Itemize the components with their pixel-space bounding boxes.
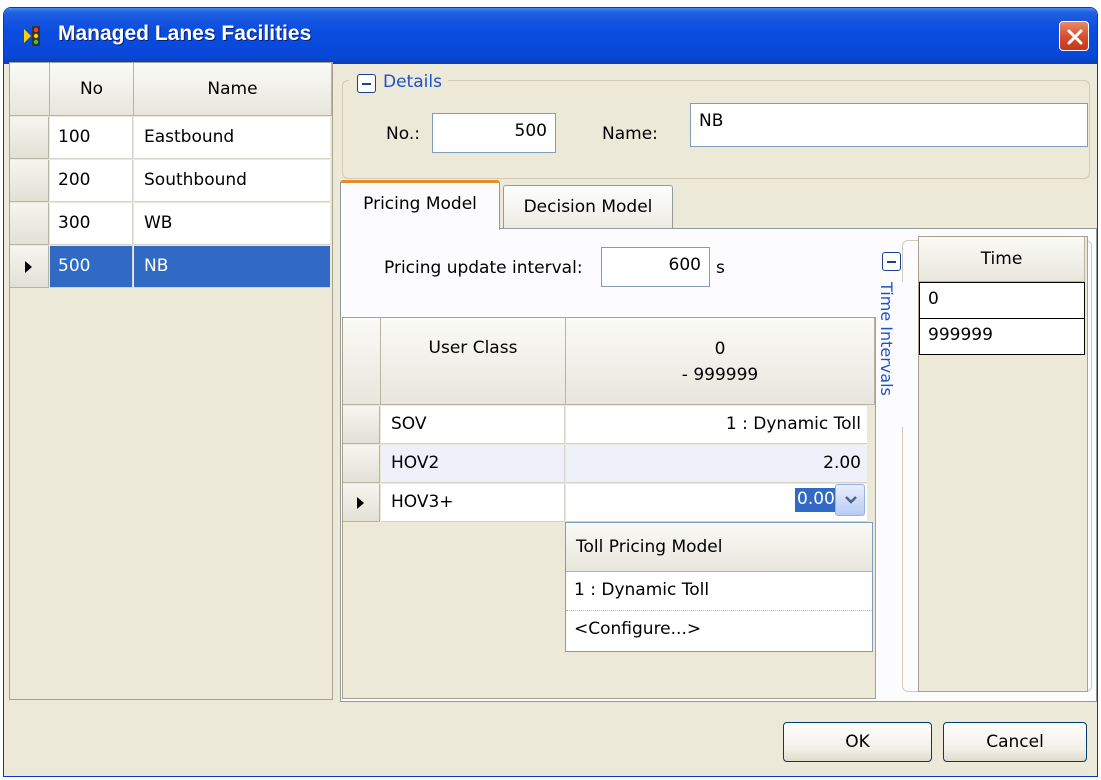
no-field[interactable]: 500 <box>432 113 556 153</box>
row-selector[interactable] <box>343 484 380 522</box>
title-bar[interactable]: Managed Lanes Facilities <box>4 8 1097 64</box>
pricing-cell-edit-value[interactable]: 0.00 <box>795 488 837 512</box>
name-label: Name: <box>602 124 658 144</box>
ok-button[interactable]: OK <box>783 722 932 762</box>
time-interval-cell[interactable]: 999999 <box>919 318 1085 355</box>
facility-name[interactable]: Eastbound <box>134 117 330 159</box>
dropdown-option-configure[interactable]: <Configure...> <box>566 611 872 650</box>
tab-decision-model[interactable]: Decision Model <box>503 185 673 229</box>
facility-no[interactable]: 300 <box>50 203 133 245</box>
current-row-arrow-icon <box>25 261 32 273</box>
column-header-name[interactable]: Name <box>134 63 332 116</box>
row-selector[interactable] <box>10 160 49 202</box>
toll-pricing-dropdown[interactable]: Toll Pricing Model 1 : Dynamic Toll <Con… <box>565 522 873 652</box>
time-intervals-collapse-button[interactable] <box>882 252 901 271</box>
tab-pricing-model[interactable]: Pricing Model <box>340 180 500 230</box>
facility-row[interactable]: 200 Southbound <box>10 160 330 203</box>
facility-name[interactable]: Southbound <box>134 160 330 202</box>
facility-row-selected[interactable]: 500 NB <box>10 246 330 289</box>
user-class-cell[interactable]: SOV <box>381 406 565 444</box>
user-class-row[interactable]: HOV2 2.00 <box>343 445 875 484</box>
pricing-cell[interactable]: 2.00 <box>566 445 867 483</box>
cancel-button[interactable]: Cancel <box>943 722 1087 762</box>
row-selector[interactable] <box>10 203 49 245</box>
pricing-cell[interactable]: 1 : Dynamic Toll <box>566 406 867 444</box>
details-collapse-button[interactable] <box>357 74 376 93</box>
dropdown-header: Toll Pricing Model <box>566 523 872 572</box>
row-selector[interactable] <box>343 445 380 483</box>
interval-to: - 999999 <box>681 365 759 385</box>
current-row-arrow-icon <box>357 497 364 509</box>
dropdown-option[interactable]: 1 : Dynamic Toll <box>566 572 872 611</box>
facility-name[interactable]: NB <box>134 246 330 288</box>
pricing-dropdown-button[interactable] <box>835 484 865 516</box>
pricing-interval-field[interactable]: 600 <box>601 247 710 287</box>
row-selector[interactable] <box>343 406 380 444</box>
column-header-user-class[interactable]: User Class <box>381 318 566 405</box>
row-selector-header <box>343 318 381 405</box>
facility-no[interactable]: 200 <box>50 160 133 202</box>
column-header-interval[interactable]: 0 - 999999 <box>566 318 875 405</box>
no-label: No.: <box>386 124 420 144</box>
column-header-no[interactable]: No <box>50 63 134 116</box>
window-title: Managed Lanes Facilities <box>58 22 312 45</box>
column-header-time[interactable]: Time <box>919 237 1085 282</box>
details-legend: Details <box>349 72 448 96</box>
close-button[interactable] <box>1059 21 1089 51</box>
row-selector[interactable] <box>10 117 49 159</box>
interval-from: 0 <box>714 339 726 359</box>
row-selector[interactable] <box>10 246 49 288</box>
user-class-row[interactable]: SOV 1 : Dynamic Toll <box>343 406 875 445</box>
facility-row[interactable]: 100 Eastbound <box>10 117 330 160</box>
user-class-cell[interactable]: HOV2 <box>381 445 565 483</box>
row-selector-header <box>10 63 50 116</box>
time-intervals-grid[interactable]: Time 0 999999 <box>918 236 1088 692</box>
details-legend-label: Details <box>383 72 442 92</box>
facilities-grid[interactable]: No Name 100 Eastbound 200 Southbound 300… <box>9 62 333 700</box>
pricing-interval-label: Pricing update interval: <box>384 258 583 278</box>
traffic-light-icon <box>22 23 48 49</box>
close-icon <box>1067 29 1083 45</box>
name-field[interactable]: NB <box>690 103 1088 147</box>
time-intervals-label: Time Intervals <box>877 282 896 396</box>
time-intervals-legend: Time Intervals <box>877 282 906 427</box>
facility-no[interactable]: 500 <box>50 246 133 288</box>
facility-no[interactable]: 100 <box>50 117 133 159</box>
time-interval-cell[interactable]: 0 <box>919 282 1085 319</box>
facility-row[interactable]: 300 WB <box>10 203 330 246</box>
pricing-interval-unit: s <box>716 258 725 278</box>
user-class-cell[interactable]: HOV3+ <box>381 484 565 522</box>
facility-name[interactable]: WB <box>134 203 330 245</box>
chevron-down-icon <box>845 496 857 504</box>
